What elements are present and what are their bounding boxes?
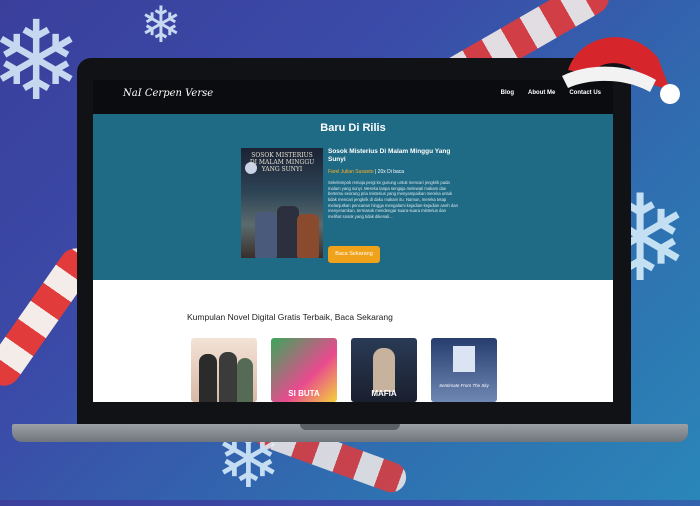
section-title: Baru Di Rilis — [320, 122, 386, 134]
book-card[interactable]: Sentimate From The Sky — [431, 338, 497, 402]
laptop-notch — [300, 424, 400, 430]
book-card[interactable]: SI BUTA — [271, 338, 337, 402]
snowflake-icon: ❄ — [0, 0, 83, 125]
cover-title: SOSOK MISTERIUS DI MALAM MINGGU YANG SUN… — [249, 152, 315, 174]
book-card[interactable] — [191, 338, 257, 402]
catalog-title: Kumpulan Novel Digital Gratis Terbaik, B… — [187, 312, 393, 322]
santa-hat-icon — [562, 37, 680, 104]
book-info: Sosok Misterius Di Malam Minggu Yang Sun… — [328, 148, 458, 220]
cover-figure — [373, 348, 395, 392]
cover-figure — [277, 206, 299, 258]
author-name[interactable]: Farel Julian Susanto — [328, 169, 374, 175]
book-card-label: MAFIA — [371, 389, 397, 398]
book-card-label: Sentimate From The Sky — [439, 383, 489, 388]
read-now-button[interactable]: Baca Sekarang — [328, 246, 380, 263]
book-grid: SI BUTA MAFIA Sentimate From The Sky — [191, 338, 497, 402]
nav-link-blog[interactable]: Blog — [501, 90, 514, 96]
read-count: | 20x Di baca — [374, 168, 405, 175]
laptop-frame: NaI Cerpen Verse Blog About Me Contact U… — [77, 58, 631, 426]
cover-castle — [453, 346, 475, 372]
cover-figure — [297, 214, 319, 258]
laptop-screen: NaI Cerpen Verse Blog About Me Contact U… — [93, 80, 613, 402]
hero-section: Baru Di Rilis SOSOK MISTERIUS DI MALAM M… — [93, 114, 613, 280]
book-meta: Farel Julian Susanto | 20x Di baca — [328, 169, 458, 175]
cover-figure — [199, 354, 217, 402]
book-card[interactable]: MAFIA — [351, 338, 417, 402]
cover-figure — [255, 212, 277, 258]
site-logo[interactable]: NaI Cerpen Verse — [123, 88, 213, 99]
book-title[interactable]: Sosok Misterius Di Malam Minggu Yang Sun… — [328, 148, 458, 165]
snowflake-icon: ❄ — [140, 0, 182, 54]
cover-figure — [237, 358, 253, 402]
book-cover[interactable]: SOSOK MISTERIUS DI MALAM MINGGU YANG SUN… — [241, 148, 323, 258]
nav-link-about[interactable]: About Me — [528, 90, 555, 96]
book-description: Sekelompok remaja pergi ke gunung untuk … — [328, 179, 458, 219]
navbar: NaI Cerpen Verse Blog About Me Contact U… — [93, 80, 613, 114]
book-card-label: SI BUTA — [288, 389, 320, 398]
cover-figure — [219, 352, 237, 402]
